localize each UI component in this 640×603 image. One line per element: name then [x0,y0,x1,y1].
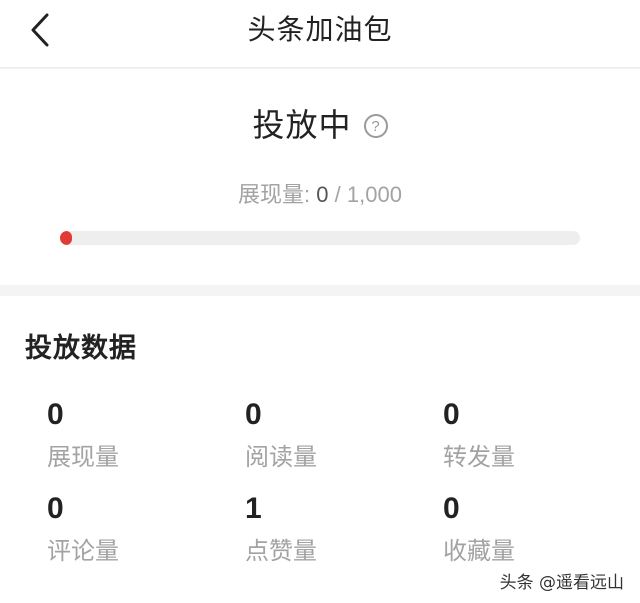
page: 头条加油包 投放中 ? 展现量: 0 / 1,000 投放数据 0 展现量 0 … [0,0,640,603]
section-title: 投放数据 [25,333,137,364]
campaign-status-card: 投放中 ? 展现量: 0 / 1,000 [0,69,640,285]
impressions-progress-fill [60,231,72,245]
stat-favorites: 0 收藏量 [443,492,623,566]
stat-value: 0 [245,398,262,431]
stat-label: 点赞量 [245,537,317,565]
impressions-progress-text: 展现量: 0 / 1,000 [0,177,640,209]
status-row: 投放中 ? [0,105,640,145]
impressions-separator: / [328,182,347,207]
watermark: 头条 @遥看远山 [499,573,624,593]
impressions-current: 0 [316,182,329,207]
impressions-progress-bar [60,231,580,245]
stat-value: 0 [443,492,460,525]
page-title: 头条加油包 [247,13,393,46]
help-icon[interactable]: ? [363,114,388,138]
stat-likes: 1 点赞量 [245,492,425,566]
stat-label: 展现量 [47,443,119,471]
stat-label: 评论量 [47,537,119,565]
stat-label: 阅读量 [245,443,317,471]
stat-label: 转发量 [443,443,515,471]
impressions-target: 1,000 [346,182,402,207]
stat-shares: 0 转发量 [443,398,623,472]
stat-impressions: 0 展现量 [47,398,227,472]
stat-reads: 0 阅读量 [245,398,425,472]
campaign-data-card: 投放数据 0 展现量 0 阅读量 0 转发量 0 评论量 1 点赞量 0 收藏量 [0,296,640,603]
stat-comments: 0 评论量 [47,492,227,566]
stat-value: 1 [245,492,262,525]
stat-value: 0 [47,398,64,431]
stat-value: 0 [443,398,460,431]
impressions-label: 展现量: [238,182,317,207]
stat-label: 收藏量 [443,537,515,565]
stat-value: 0 [47,492,64,525]
campaign-status-label: 投放中 [252,106,352,144]
top-nav-bar: 头条加油包 [0,0,640,68]
